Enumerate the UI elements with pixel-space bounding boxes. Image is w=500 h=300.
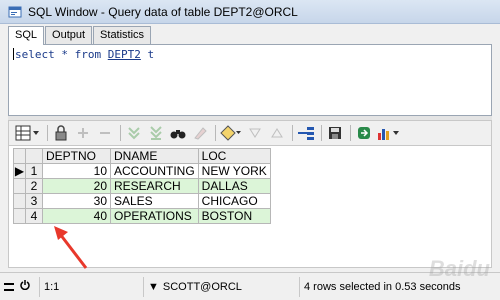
header-row: DEPTNO DNAME LOC: [13, 148, 271, 164]
annotation-arrow: [54, 226, 88, 269]
menu-icon[interactable]: [4, 282, 14, 291]
star-token: *: [54, 48, 75, 61]
cell-dname[interactable]: OPERATIONS: [110, 208, 199, 224]
toolbar-separator: [47, 125, 48, 141]
grid-menu-icon[interactable]: [15, 124, 41, 142]
cell-dname[interactable]: RESEARCH: [110, 178, 199, 194]
query-by-example-icon[interactable]: [220, 124, 242, 142]
keyword-select: select: [15, 48, 55, 61]
export-icon[interactable]: [355, 124, 373, 142]
row-indicator: [13, 193, 26, 209]
table-row[interactable]: 2 20 RESEARCH DALLAS: [13, 178, 271, 194]
table-row[interactable]: 4 40 OPERATIONS BOSTON: [13, 208, 271, 224]
table-name-link[interactable]: DEPT2: [108, 48, 141, 61]
cell-loc[interactable]: BOSTON: [197, 208, 271, 224]
last-records-icon[interactable]: [147, 124, 165, 142]
sql-window-icon: [8, 5, 22, 19]
power-icon[interactable]: [20, 280, 30, 293]
text-caret: [13, 48, 14, 60]
status-icons: [0, 276, 40, 297]
connect-icon[interactable]: [297, 124, 315, 142]
window-titlebar[interactable]: SQL Window - Query data of table DEPT2@O…: [0, 0, 500, 24]
sql-text: select * from DEPT2 t: [13, 48, 487, 61]
toolbar-separator: [350, 125, 351, 141]
chart-icon[interactable]: [377, 124, 403, 142]
row-number[interactable]: 1: [25, 163, 43, 179]
column-header-dname[interactable]: DNAME: [110, 148, 199, 164]
row-indicator: [13, 208, 26, 224]
find-icon[interactable]: [169, 124, 187, 142]
cursor-position: 1:1: [40, 276, 144, 297]
table-row[interactable]: 3 30 SALES CHICAGO: [13, 193, 271, 209]
cell-loc[interactable]: DALLAS: [197, 178, 271, 194]
save-icon[interactable]: [326, 124, 344, 142]
toolbar-separator: [292, 125, 293, 141]
corner-cell: [13, 148, 26, 164]
sql-editor[interactable]: select * from DEPT2 t: [8, 44, 492, 116]
current-row-indicator: ▶: [13, 163, 26, 179]
toolbar-separator: [215, 125, 216, 141]
rownum-header: [25, 148, 43, 164]
window-title: SQL Window - Query data of table DEPT2@O…: [28, 4, 298, 19]
cell-deptno[interactable]: 20: [42, 178, 111, 194]
table-row[interactable]: ▶ 1 10 ACCOUNTING NEW YORK: [13, 163, 271, 179]
status-bar: 1:1 ▼ SCOTT@ORCL 4 rows selected in 0.53…: [0, 272, 500, 300]
tab-statistics[interactable]: Statistics: [93, 26, 152, 44]
toolbar-separator: [120, 125, 121, 141]
arrow-up-icon[interactable]: [268, 124, 286, 142]
cell-deptno[interactable]: 40: [42, 208, 111, 224]
cell-deptno[interactable]: 30: [42, 193, 111, 209]
column-header-loc[interactable]: LOC: [197, 148, 271, 164]
delete-row-icon[interactable]: [96, 124, 114, 142]
result-toolbar: [8, 120, 492, 146]
cell-loc[interactable]: CHICAGO: [197, 193, 271, 209]
cell-dname[interactable]: SALES: [110, 193, 199, 209]
row-indicator: [13, 178, 26, 194]
tab-strip: SQL Output Statistics: [8, 26, 152, 45]
keyword-from: from: [74, 48, 102, 61]
cell-loc[interactable]: NEW YORK: [197, 163, 271, 179]
connection-selector[interactable]: ▼ SCOTT@ORCL: [144, 276, 300, 297]
arrow-down-icon[interactable]: [246, 124, 264, 142]
column-header-deptno[interactable]: DEPTNO: [42, 148, 111, 164]
clear-icon[interactable]: [191, 124, 209, 142]
row-number[interactable]: 2: [25, 178, 43, 194]
cell-dname[interactable]: ACCOUNTING: [110, 163, 199, 179]
tab-output[interactable]: Output: [45, 26, 93, 44]
table-alias: t: [140, 48, 155, 61]
add-row-icon[interactable]: [74, 124, 92, 142]
lock-icon[interactable]: [52, 124, 70, 142]
cell-deptno[interactable]: 10: [42, 163, 111, 179]
connection-label: SCOTT@ORCL: [162, 280, 242, 293]
watermark-logo: Baidu: [428, 256, 490, 281]
dropdown-arrow-icon: ▼: [148, 280, 159, 293]
toolbar-separator: [321, 125, 322, 141]
row-number[interactable]: 3: [25, 193, 43, 209]
result-table: DEPTNO DNAME LOC ▶ 1 10 ACCOUNTING NEW Y…: [13, 148, 271, 224]
tab-sql[interactable]: SQL: [8, 26, 45, 45]
row-number[interactable]: 4: [25, 208, 43, 224]
next-records-icon[interactable]: [125, 124, 143, 142]
